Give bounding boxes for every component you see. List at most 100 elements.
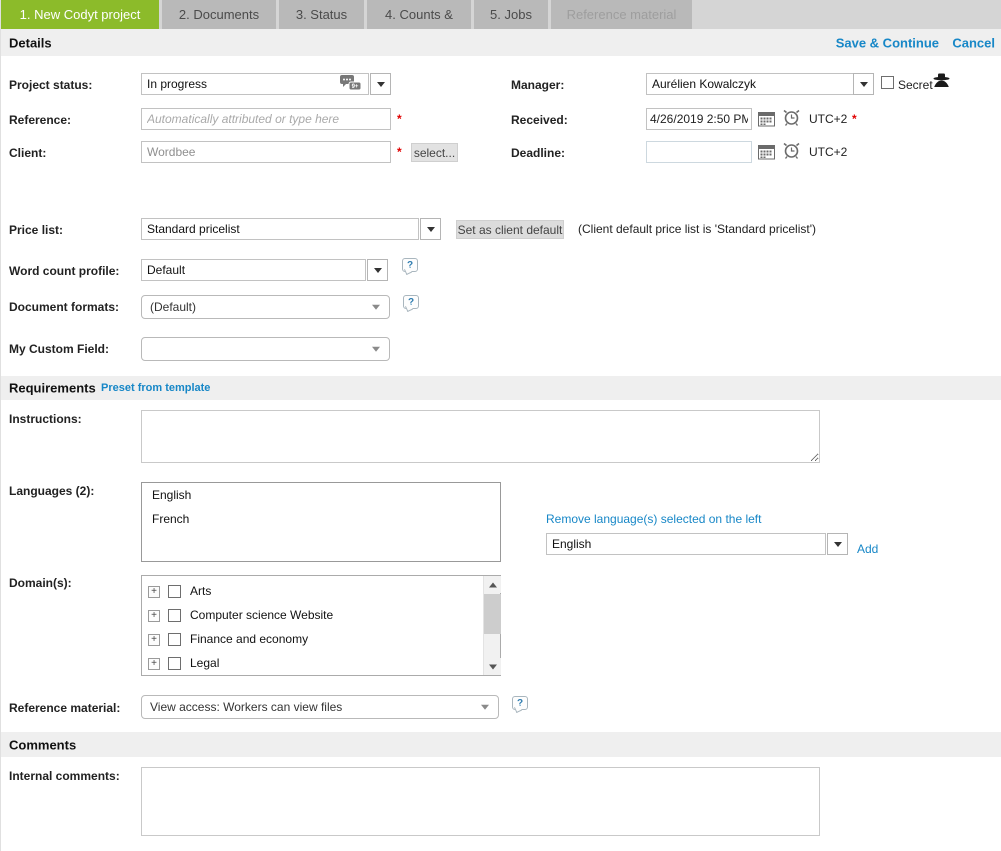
calendar-icon[interactable] <box>758 144 775 163</box>
comments-section-title: Comments <box>9 737 76 752</box>
requirements-section-title: Requirements <box>9 381 96 396</box>
word-count-profile-field[interactable]: Default <box>141 259 366 281</box>
domain-row-finance[interactable]: + Finance and economy <box>142 628 483 652</box>
set-client-default-button[interactable]: Set as client default <box>456 220 564 239</box>
secret-checkbox[interactable] <box>881 76 894 89</box>
help-icon[interactable]: ? <box>512 696 528 710</box>
received-input[interactable] <box>646 108 752 130</box>
expand-icon[interactable]: + <box>148 610 160 622</box>
chevron-down-icon <box>860 82 868 87</box>
add-language-field[interactable]: English <box>546 533 826 555</box>
tab-reference-material: Reference material <box>551 0 692 29</box>
client-label: Client: <box>9 146 46 160</box>
details-header-bar: Details Save & Continue Cancel <box>1 29 1001 56</box>
languages-label: Languages (2): <box>9 484 94 498</box>
instructions-textarea[interactable] <box>141 410 820 463</box>
chevron-down-icon <box>372 305 380 310</box>
price-list-field[interactable]: Standard pricelist <box>141 218 419 240</box>
comments-header-bar: Comments <box>1 732 1001 757</box>
project-status-field[interactable]: In progress <box>141 73 369 95</box>
domain-row-computer-science[interactable]: + Computer science Website <box>142 604 483 628</box>
languages-listbox[interactable]: English French <box>141 482 501 562</box>
client-select-button[interactable]: select... <box>411 143 458 162</box>
arrow-down-icon <box>489 664 497 669</box>
tab-new-codyt-project[interactable]: 1. New Codyt project <box>1 0 159 29</box>
chevron-down-icon <box>427 227 435 232</box>
chevron-down-icon <box>374 268 382 273</box>
scroll-up-button[interactable] <box>484 576 501 593</box>
expand-icon[interactable]: + <box>148 658 160 670</box>
word-count-profile-label: Word count profile: <box>9 264 119 278</box>
domain-checkbox[interactable] <box>168 609 181 622</box>
domain-label: Finance and economy <box>190 632 308 646</box>
domain-checkbox[interactable] <box>168 657 181 670</box>
manager-field[interactable]: Aurélien Kowalczyk <box>646 73 854 95</box>
new-codyt-project-page: 1. New Codyt project 2. Documents 3. Sta… <box>0 0 1001 851</box>
chevron-down-icon <box>481 705 489 710</box>
clock-icon[interactable] <box>782 142 801 163</box>
document-formats-label: Document formats: <box>9 300 119 314</box>
client-required-mark: * <box>397 145 402 159</box>
price-list-label: Price list: <box>9 223 63 237</box>
tab-jobs[interactable]: 5. Jobs <box>474 0 548 29</box>
scrollbar-thumb[interactable] <box>484 594 501 634</box>
status-comments-icon[interactable]: 9+ <box>339 74 363 96</box>
help-icon[interactable]: ? <box>403 295 419 309</box>
domain-label: Arts <box>190 584 211 598</box>
domains-label: Domain(s): <box>9 576 72 590</box>
reference-material-select[interactable]: View access: Workers can view files <box>141 695 499 719</box>
help-icon[interactable]: ? <box>402 258 418 272</box>
calendar-icon[interactable] <box>758 111 775 130</box>
received-timezone: UTC+2 <box>809 112 847 126</box>
add-language-dropdown-button[interactable] <box>827 533 848 555</box>
cancel-button[interactable]: Cancel <box>952 35 995 50</box>
preset-from-template-link[interactable]: Preset from template <box>101 382 210 394</box>
add-language-link[interactable]: Add <box>857 542 878 556</box>
clock-icon[interactable] <box>782 109 801 130</box>
chevron-down-icon <box>377 82 385 87</box>
language-option-french[interactable]: French <box>142 507 500 531</box>
deadline-timezone: UTC+2 <box>809 145 847 159</box>
expand-icon[interactable]: + <box>148 634 160 646</box>
domains-scrollbar[interactable] <box>483 576 500 675</box>
remove-language-link[interactable]: Remove language(s) selected on the left <box>546 512 761 526</box>
received-required-mark: * <box>852 112 857 126</box>
document-formats-select[interactable]: (Default) <box>141 295 390 319</box>
word-count-profile-dropdown-button[interactable] <box>367 259 388 281</box>
scroll-down-button[interactable] <box>484 658 501 675</box>
domain-checkbox[interactable] <box>168 585 181 598</box>
tab-status[interactable]: 3. Status <box>279 0 364 29</box>
client-input[interactable] <box>141 141 391 163</box>
expand-icon[interactable]: + <box>148 586 160 598</box>
manager-dropdown-button[interactable] <box>853 73 874 95</box>
requirements-header-bar: Requirements Preset from template <box>1 376 1001 400</box>
project-status-dropdown-button[interactable] <box>370 73 391 95</box>
internal-comments-textarea[interactable] <box>141 767 820 836</box>
internal-comments-label: Internal comments: <box>9 769 120 783</box>
domain-checkbox[interactable] <box>168 633 181 646</box>
reference-material-value: View access: Workers can view files <box>150 700 342 714</box>
document-formats-value: (Default) <box>150 300 196 314</box>
deadline-input[interactable] <box>646 141 752 163</box>
secret-label: Secret <box>898 78 933 92</box>
reference-label: Reference: <box>9 113 71 127</box>
domain-label: Computer science Website <box>190 608 333 622</box>
domain-row-arts[interactable]: + Arts <box>142 580 483 604</box>
project-status-label: Project status: <box>9 78 92 92</box>
my-custom-field-select[interactable] <box>141 337 390 361</box>
instructions-label: Instructions: <box>9 412 82 426</box>
arrow-up-icon <box>489 582 497 587</box>
domains-treebox[interactable]: + Arts + Computer science Website + Fina… <box>141 575 501 676</box>
received-label: Received: <box>511 113 568 127</box>
tab-documents[interactable]: 2. Documents <box>162 0 276 29</box>
manager-label: Manager: <box>511 78 564 92</box>
spy-icon <box>933 73 950 91</box>
client-default-note: (Client default price list is 'Standard … <box>578 222 816 236</box>
price-list-dropdown-button[interactable] <box>420 218 441 240</box>
language-option-english[interactable]: English <box>142 483 500 507</box>
reference-input[interactable] <box>141 108 391 130</box>
tab-counts[interactable]: 4. Counts & <box>367 0 471 29</box>
svg-text:9+: 9+ <box>352 84 359 90</box>
domain-row-legal[interactable]: + Legal <box>142 652 483 676</box>
save-continue-button[interactable]: Save & Continue <box>836 35 939 50</box>
